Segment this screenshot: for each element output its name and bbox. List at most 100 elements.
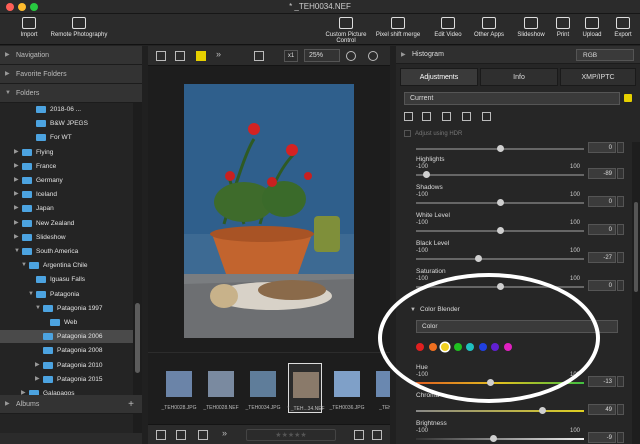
slider-stepper[interactable] (617, 224, 624, 235)
custom-picture-control-button[interactable]: Custom Picture Control (325, 15, 367, 44)
other-apps-button[interactable]: Other Apps (470, 15, 508, 44)
add-album-icon[interactable]: + (128, 395, 134, 414)
list-view-icon[interactable] (175, 51, 185, 61)
main-photo[interactable] (184, 84, 354, 338)
more-icon[interactable]: » (216, 49, 221, 59)
filmstrip-thumbnail[interactable]: _TEH0036.JPG (329, 363, 365, 413)
expand-arrow-icon[interactable]: ▶ (14, 174, 19, 187)
folders-header[interactable]: ▼ Folders (0, 84, 142, 103)
expand-arrow-icon[interactable]: ▶ (35, 373, 40, 386)
zoom-in-icon[interactable] (368, 51, 378, 61)
import-button[interactable]: Import (12, 15, 46, 44)
collapse-arrow-icon[interactable]: ▼ (35, 302, 41, 315)
slider-knob[interactable] (486, 379, 494, 386)
edit-video-button[interactable]: Edit Video (430, 15, 466, 44)
expand-arrow-icon[interactable]: ▶ (14, 202, 19, 215)
color-swatch[interactable] (503, 343, 512, 351)
fit-screen-icon[interactable] (254, 51, 264, 61)
filmstrip-thumbnail[interactable]: _TEH0028.JPG (161, 363, 197, 413)
zoom-factor[interactable]: x1 (284, 50, 298, 62)
slider-stepper[interactable] (617, 376, 624, 387)
expand-arrow-icon[interactable]: ▶ (35, 359, 40, 372)
stack-icon[interactable] (176, 430, 186, 440)
color-swatch[interactable] (478, 343, 487, 351)
folder-row[interactable]: Patagonia 2006 (0, 330, 133, 344)
slider-value-field[interactable]: -27 (588, 252, 616, 263)
navigation-header[interactable]: ▶ Navigation (0, 46, 142, 65)
info-icon[interactable] (198, 430, 208, 440)
slider-knob[interactable] (497, 145, 504, 152)
tab-adjustments[interactable]: Adjustments (400, 68, 478, 86)
retouch-brush-icon[interactable] (422, 112, 431, 121)
albums-header[interactable]: ▶ Albums + (0, 395, 142, 414)
slider-value-field[interactable]: 0 (588, 142, 616, 153)
color-swatch[interactable] (466, 343, 474, 351)
remote-photography-button[interactable]: Remote Photography (48, 15, 110, 44)
folder-row[interactable]: ▶ Iceland (0, 188, 133, 201)
folder-row[interactable]: ▼ Patagonia 1997 (0, 302, 133, 315)
eyedropper-icon[interactable] (404, 112, 413, 121)
color-swatch[interactable] (441, 343, 449, 351)
folder-row[interactable]: ▶ Germany (0, 174, 133, 187)
right-panel-scrollbar[interactable] (632, 142, 640, 444)
folder-row[interactable]: ▼ Argentina Chile (0, 259, 133, 272)
slider-knob[interactable] (423, 171, 431, 178)
folder-row[interactable]: ▶ Patagonia 2010 (0, 359, 133, 372)
prev-image-icon[interactable] (354, 430, 364, 440)
compare-icon[interactable] (156, 430, 166, 440)
slider-knob[interactable] (539, 407, 546, 414)
slider-stepper[interactable] (617, 280, 624, 291)
crop-icon[interactable] (462, 112, 471, 121)
scroll-thumb[interactable] (135, 303, 140, 373)
folder-row[interactable]: ▼ Patagonia (0, 288, 133, 301)
preset-select[interactable]: Current (404, 92, 620, 105)
slider-stepper[interactable] (617, 432, 624, 443)
collapse-arrow-icon[interactable]: ▼ (28, 288, 34, 301)
slider-stepper[interactable] (617, 168, 624, 179)
next-image-icon[interactable] (372, 430, 382, 440)
collapse-arrow-icon[interactable]: ▼ (21, 259, 27, 272)
tab-info[interactable]: Info (480, 68, 558, 86)
folder-row[interactable]: ▶ France (0, 160, 133, 173)
more-icon[interactable]: » (222, 428, 227, 438)
folder-row[interactable]: For WT (0, 131, 133, 144)
color-swatch[interactable] (416, 343, 424, 351)
slider-knob[interactable] (497, 227, 504, 234)
slider-knob[interactable] (497, 283, 504, 290)
expand-arrow-icon[interactable]: ▶ (14, 160, 19, 173)
favorite-folders-header[interactable]: ▶ Favorite Folders (0, 65, 142, 84)
folder-row[interactable]: ▶ New Zealand (0, 217, 133, 230)
collapse-arrow-icon[interactable]: ▼ (14, 245, 20, 258)
folder-row[interactable]: Web (0, 316, 133, 329)
scroll-thumb[interactable] (634, 202, 638, 292)
slider-value-field[interactable]: -89 (588, 168, 616, 179)
slider-knob[interactable] (497, 199, 504, 206)
zoom-select[interactable]: 25% (304, 49, 340, 62)
color-blender-header[interactable]: ▼ Color Blender (404, 304, 626, 316)
expand-arrow-icon[interactable]: ▶ (14, 188, 19, 201)
color-swatch[interactable] (453, 343, 462, 351)
rating-stars[interactable]: ★★★★★ (246, 429, 336, 441)
filmstrip-thumbnail[interactable]: _TEH0028.NEF (203, 363, 239, 413)
folder-row[interactable]: ▼ South America (0, 245, 133, 258)
slider-track[interactable] (416, 258, 584, 260)
undo-icon[interactable] (482, 112, 491, 121)
slider-track[interactable] (416, 382, 584, 384)
slider-track[interactable] (416, 174, 584, 176)
slider-value-field[interactable]: -13 (588, 376, 616, 387)
histogram-mode-select[interactable]: RGB (576, 49, 634, 61)
export-button[interactable]: Export (609, 15, 637, 44)
viewer-mode-icon[interactable] (196, 51, 206, 61)
color-mode-select[interactable]: Color (416, 320, 618, 333)
folder-row[interactable]: ▶ Japan (0, 202, 133, 215)
color-swatch[interactable] (428, 343, 437, 351)
slider-value-field[interactable]: 0 (588, 280, 616, 291)
slider-track[interactable] (416, 438, 584, 440)
filmstrip-thumbnail[interactable]: * _TEH...34.NEF (287, 363, 325, 413)
print-button[interactable]: Print (552, 15, 574, 44)
folder-tree-scrollbar[interactable] (133, 103, 142, 433)
slider-value-field[interactable]: 0 (588, 196, 616, 207)
grid-view-icon[interactable] (156, 51, 166, 61)
folder-row[interactable]: Iguasu Falls (0, 273, 133, 286)
slider-knob[interactable] (475, 255, 483, 262)
